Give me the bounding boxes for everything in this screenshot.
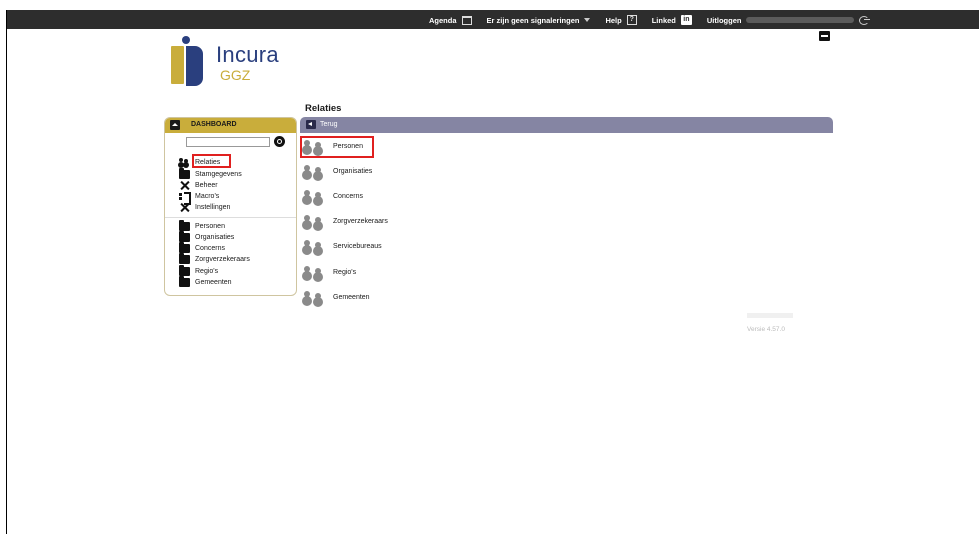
sidebar-item-label: Regio's bbox=[195, 267, 219, 275]
people-icon bbox=[304, 239, 326, 253]
folder-icon bbox=[179, 241, 190, 253]
sidebar-item-label: Macro's bbox=[195, 192, 220, 200]
logout-link[interactable]: Uitloggen bbox=[707, 16, 742, 25]
home-icon[interactable] bbox=[170, 120, 180, 130]
back-arrow-icon[interactable] bbox=[306, 120, 316, 129]
folder-icon bbox=[179, 275, 190, 287]
sidebar-item-beheer[interactable]: Beheer bbox=[179, 180, 218, 190]
folder-icon bbox=[179, 252, 190, 264]
folder-icon bbox=[179, 264, 190, 276]
relation-item-concerns[interactable]: Concerns bbox=[304, 188, 363, 204]
panel-header: Terug bbox=[300, 117, 833, 133]
people-icon bbox=[304, 290, 326, 304]
sidebar-item-label: Personen bbox=[195, 222, 225, 230]
relation-item-servicebureaus[interactable]: Servicebureaus bbox=[304, 238, 382, 254]
sidebar-item-regios[interactable]: Regio's bbox=[179, 264, 219, 276]
sidebar-item-instellingen[interactable]: Instellingen bbox=[179, 202, 230, 212]
highlight-box-personen bbox=[300, 136, 374, 158]
sidebar-item-label: Concerns bbox=[195, 244, 225, 252]
sidebar-item-zorgverzekeraars[interactable]: Zorgverzekeraars bbox=[179, 252, 250, 264]
sidebar-item-organisaties[interactable]: Organisaties bbox=[179, 230, 235, 242]
folder-icon bbox=[179, 167, 190, 179]
dashboard-title[interactable]: DASHBOARD bbox=[191, 121, 237, 128]
sidebar-divider bbox=[165, 217, 296, 218]
tools-icon bbox=[179, 203, 190, 212]
sidebar-search-input[interactable] bbox=[186, 137, 270, 147]
back-button[interactable]: Terug bbox=[320, 121, 338, 128]
relation-label: Gemeenten bbox=[333, 293, 370, 301]
relation-item-organisaties[interactable]: Organisaties bbox=[304, 163, 372, 179]
logout-icon[interactable] bbox=[859, 15, 871, 25]
people-icon bbox=[179, 157, 190, 167]
sidebar-item-label: Stamgegevens bbox=[195, 170, 242, 178]
logo-bar-navy bbox=[186, 46, 203, 86]
linkedin-icon[interactable]: in bbox=[680, 15, 692, 25]
relation-label: Zorgverzekeraars bbox=[333, 217, 388, 225]
sidebar-item-concerns[interactable]: Concerns bbox=[179, 241, 225, 253]
top-navigation-links: Agenda Er zijn geen signaleringen Help ?… bbox=[429, 13, 871, 27]
relation-item-gemeenten[interactable]: Gemeenten bbox=[304, 289, 370, 305]
people-icon bbox=[304, 214, 326, 228]
sidebar-item-macros[interactable]: Macro's bbox=[179, 191, 220, 205]
help-link[interactable]: Help bbox=[605, 16, 621, 25]
agenda-link[interactable]: Agenda bbox=[429, 16, 457, 25]
relation-item-regios[interactable]: Regio's bbox=[304, 264, 356, 280]
tools-icon bbox=[179, 181, 190, 190]
relation-label: Concerns bbox=[333, 192, 363, 200]
sidebar-item-label: Beheer bbox=[195, 181, 218, 189]
signals-dropdown[interactable]: Er zijn geen signaleringen bbox=[487, 16, 580, 25]
calendar-icon[interactable] bbox=[461, 15, 472, 25]
sidebar-item-label: Gemeenten bbox=[195, 278, 232, 286]
people-icon bbox=[304, 265, 326, 279]
collapse-button[interactable] bbox=[819, 31, 830, 41]
logo-bar-gold bbox=[171, 46, 184, 84]
sidebar-item-gemeenten[interactable]: Gemeenten bbox=[179, 275, 232, 287]
page-title: Relaties bbox=[305, 103, 342, 114]
version-label: Versie 4.57.0 bbox=[747, 326, 785, 333]
people-icon bbox=[304, 164, 326, 178]
sidebar-item-label: Organisaties bbox=[195, 233, 235, 241]
relation-item-zorgverzekeraars[interactable]: Zorgverzekeraars bbox=[304, 213, 388, 229]
macro-icon bbox=[179, 191, 191, 205]
help-icon[interactable]: ? bbox=[626, 15, 637, 25]
sidebar-item-stamgegevens[interactable]: Stamgegevens bbox=[179, 167, 242, 179]
incura-logo: Incura GGZ bbox=[168, 36, 288, 86]
people-icon bbox=[304, 189, 326, 203]
relation-label: Servicebureaus bbox=[333, 242, 382, 250]
folder-icon bbox=[179, 230, 190, 242]
dashboard-header[interactable]: DASHBOARD bbox=[165, 118, 296, 133]
highlight-box-relaties bbox=[192, 154, 231, 168]
logo-text: Incura bbox=[216, 42, 279, 67]
chevron-down-icon[interactable] bbox=[584, 18, 591, 22]
logo-dot bbox=[182, 36, 190, 44]
sidebar-item-label: Zorgverzekeraars bbox=[195, 255, 250, 263]
user-name-redacted bbox=[746, 17, 855, 23]
relation-label: Regio's bbox=[333, 268, 357, 276]
logo-subtext: GGZ bbox=[220, 67, 251, 83]
sidebar-item-personen[interactable]: Personen bbox=[179, 219, 225, 231]
faded-text bbox=[747, 313, 793, 318]
linkedin-link[interactable]: Linked bbox=[652, 16, 676, 25]
window-border bbox=[6, 10, 7, 534]
folder-icon bbox=[179, 219, 190, 231]
sidebar: DASHBOARD Relaties Stamgegevens Beheer M… bbox=[164, 117, 297, 296]
relation-label: Organisaties bbox=[333, 167, 373, 175]
search-icon[interactable] bbox=[274, 136, 285, 147]
sidebar-item-label: Instellingen bbox=[195, 203, 231, 211]
